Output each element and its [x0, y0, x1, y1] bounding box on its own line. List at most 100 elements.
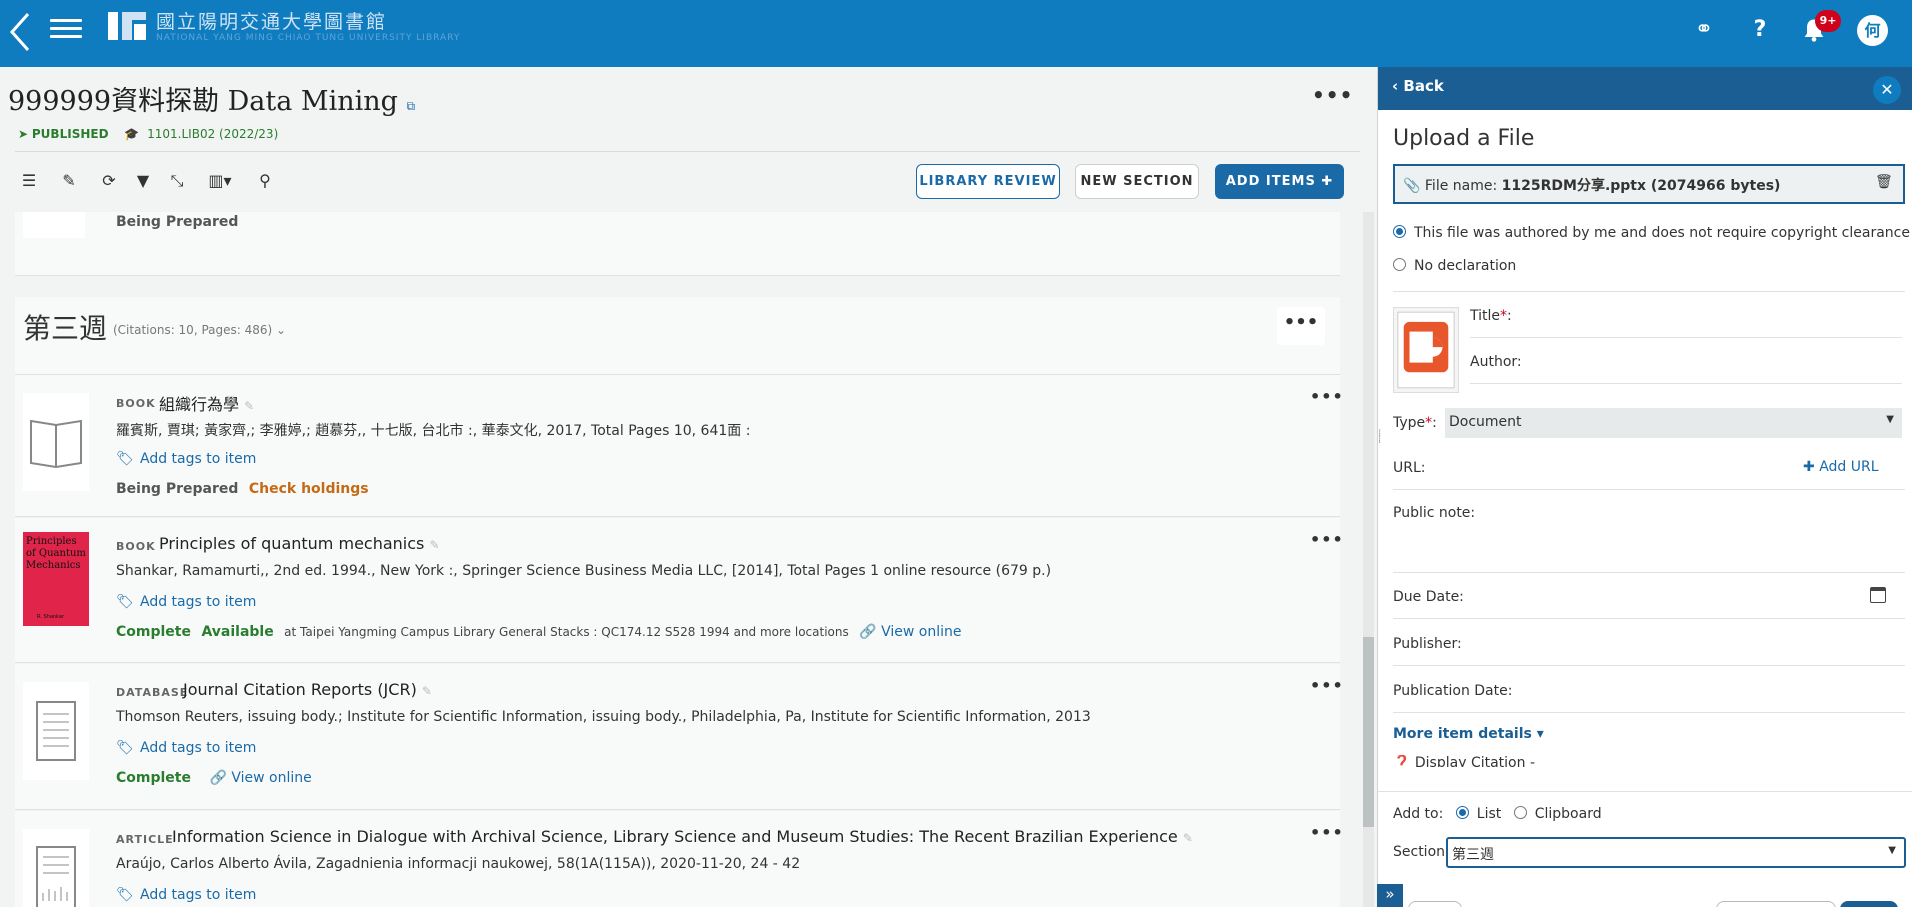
- author-field[interactable]: Author:: [1470, 354, 1522, 370]
- public-note-field[interactable]: [1393, 522, 1903, 562]
- section-meta[interactable]: (Citations: 10, Pages: 486) ⌄: [113, 323, 286, 337]
- list-item: BOOK 組織行為學 ✎ 羅賓斯, 賈琪; 黃家齊,; 李雅婷,; 趙慕芬,, …: [15, 375, 1343, 517]
- caret-down-icon: ▼: [1886, 414, 1894, 425]
- file-name-box: 📎 File name: 1125RDM分享.pptx (2074966 byt…: [1393, 164, 1905, 204]
- collapse-icon[interactable]: ⤡: [166, 169, 188, 193]
- item-type: DATABASE: [116, 686, 189, 699]
- item-location: at Taipei Yangming Campus Library Genera…: [284, 625, 849, 639]
- chart-dropdown-icon[interactable]: ▥▾: [202, 169, 238, 193]
- item-title[interactable]: Journal Citation Reports (JCR) ✎: [183, 680, 432, 699]
- refresh-icon[interactable]: ⟳: [98, 169, 120, 193]
- item-citation: Thomson Reuters, issuing body.; Institut…: [116, 709, 1091, 725]
- url-label: URL:: [1393, 460, 1426, 476]
- view-online-link[interactable]: 🔗 View online: [209, 770, 311, 786]
- availability-status[interactable]: Available: [201, 624, 273, 640]
- divider: [1393, 572, 1905, 573]
- link-icon[interactable]: ⚭: [1690, 16, 1718, 44]
- item-more-menu[interactable]: •••: [1310, 530, 1344, 549]
- scrollbar-thumb[interactable]: [1363, 637, 1374, 827]
- copy-icon[interactable]: ⧉: [407, 99, 416, 113]
- list-more-menu[interactable]: •••: [1312, 83, 1353, 107]
- item-type: BOOK: [116, 540, 156, 553]
- add-tags-link[interactable]: 🏷 Add tags to item: [116, 451, 256, 467]
- add-items-button[interactable]: ADD ITEMS ✚: [1215, 164, 1344, 199]
- radio-button[interactable]: [1513, 806, 1527, 819]
- search-icon[interactable]: ⚲: [254, 169, 276, 193]
- section-title[interactable]: 第三週: [23, 307, 107, 347]
- item-status: Complete: [116, 624, 191, 640]
- type-label: Type*:: [1393, 415, 1437, 431]
- item-title[interactable]: Principles of quantum mechanics ✎: [159, 534, 440, 553]
- hamburger-menu-icon[interactable]: [50, 14, 82, 42]
- help-icon: ❓: [1393, 755, 1411, 767]
- list-item: Being Prepared: [15, 212, 1340, 276]
- item-more-menu[interactable]: •••: [1310, 676, 1344, 695]
- add-button[interactable]: [1840, 901, 1898, 907]
- due-date-field[interactable]: Due Date:: [1393, 589, 1464, 605]
- database-icon: [23, 682, 89, 780]
- type-select[interactable]: Document ▼: [1445, 408, 1902, 438]
- trash-icon[interactable]: 🗑: [1875, 174, 1893, 190]
- add-tags-link[interactable]: 🏷 Add tags to item: [116, 740, 256, 756]
- view-online-link[interactable]: 🔗 View online: [859, 624, 961, 640]
- chevron-down-icon[interactable]: ⌄: [276, 323, 286, 337]
- publisher-field[interactable]: Publisher:: [1393, 636, 1462, 652]
- divider: [15, 151, 1360, 152]
- add-url-button[interactable]: ✚ Add URL: [1803, 459, 1879, 475]
- add-tags-link[interactable]: 🏷 Add tags to item: [116, 887, 256, 903]
- back-arrow-icon[interactable]: [8, 10, 34, 54]
- pencil-icon[interactable]: ✎: [429, 538, 439, 552]
- pencil-icon[interactable]: ✎: [244, 399, 254, 413]
- check-holdings-link[interactable]: Check holdings: [249, 481, 369, 497]
- public-note-label: Public note:: [1393, 505, 1476, 521]
- publication-date-field[interactable]: Publication Date:: [1393, 683, 1512, 699]
- item-citation: 羅賓斯, 賈琪; 黃家齊,; 李雅婷,; 趙慕芬,, 十七版, 台北市 :, 華…: [116, 423, 751, 439]
- edit-icon[interactable]: ✎: [58, 169, 80, 193]
- expand-panel-icon[interactable]: »: [1377, 884, 1403, 907]
- add-to-clipboard-radio[interactable]: Clipboard: [1513, 806, 1602, 822]
- radio-button[interactable]: [1393, 258, 1406, 271]
- filter-icon[interactable]: ▼: [132, 169, 154, 193]
- copyright-radio-authored[interactable]: This file was authored by me and does no…: [1393, 225, 1910, 241]
- title-field[interactable]: Title*:: [1470, 308, 1512, 324]
- section-header: 第三週 (Citations: 10, Pages: 486) ⌄ •••: [15, 297, 1340, 375]
- item-type: ARTICLE: [116, 833, 174, 846]
- copyright-radio-none[interactable]: No declaration: [1393, 258, 1516, 274]
- list-view-icon[interactable]: ☰: [18, 169, 40, 193]
- cancel-button[interactable]: [1408, 901, 1462, 907]
- panel-resize-handle[interactable]: ⁞ ⁞: [1378, 429, 1386, 460]
- back-link[interactable]: ‹ Back: [1392, 77, 1444, 95]
- close-icon[interactable]: ✕: [1873, 76, 1901, 104]
- add-tags-link[interactable]: 🏷 Add tags to item: [116, 594, 256, 610]
- notification-badge: 9+: [1815, 10, 1841, 32]
- section-more-menu[interactable]: •••: [1277, 307, 1325, 345]
- item-title[interactable]: Information Science in Dialogue with Arc…: [172, 827, 1193, 846]
- more-item-details-toggle[interactable]: More item details ▾: [1393, 726, 1544, 742]
- new-section-button[interactable]: NEW SECTION: [1075, 164, 1199, 199]
- add-to-list-radio[interactable]: List: [1455, 806, 1501, 822]
- library-review-button[interactable]: LIBRARY REVIEW: [916, 164, 1060, 199]
- pencil-icon[interactable]: ✎: [422, 684, 432, 698]
- item-status: Complete: [116, 770, 191, 786]
- help-icon[interactable]: ?: [1746, 16, 1774, 44]
- add-and-close-button[interactable]: [1716, 901, 1836, 907]
- item-more-menu[interactable]: •••: [1310, 823, 1344, 842]
- display-citation-toggle[interactable]: ❓ Display Citation -: [1393, 755, 1535, 767]
- item-availability: Complete 🔗 View online: [116, 770, 312, 786]
- section-select[interactable]: 第三週 ▼: [1446, 837, 1906, 868]
- divider: [1393, 712, 1905, 713]
- user-avatar[interactable]: 何: [1857, 15, 1888, 46]
- radio-button-selected[interactable]: [1455, 806, 1469, 819]
- panel-title: Upload a File: [1393, 126, 1535, 151]
- course-code[interactable]: 1101.LIB02 (2022/23): [147, 127, 278, 141]
- item-more-menu[interactable]: •••: [1310, 387, 1344, 406]
- cover-author: R. Shankar: [37, 614, 64, 620]
- divider: [1378, 791, 1912, 792]
- calendar-icon[interactable]: [1870, 587, 1886, 603]
- published-status: PUBLISHED: [31, 127, 109, 141]
- radio-button-selected[interactable]: [1393, 225, 1406, 238]
- divider: [1393, 489, 1905, 490]
- paper-plane-icon: ➤: [18, 127, 29, 141]
- pencil-icon[interactable]: ✎: [1183, 831, 1193, 845]
- item-title[interactable]: 組織行為學 ✎: [159, 391, 254, 415]
